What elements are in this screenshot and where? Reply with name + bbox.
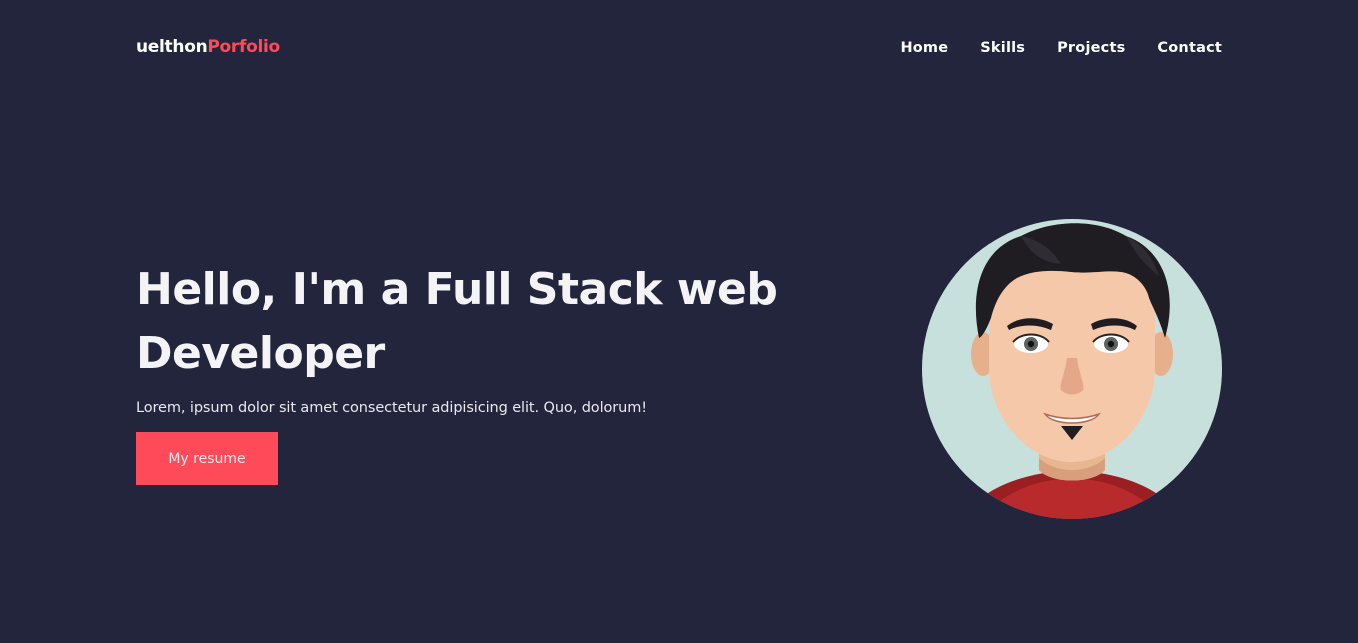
nav-link-projects[interactable]: Projects bbox=[1057, 40, 1125, 56]
hero-title: Hello, I'm a Full Stack web Developer bbox=[136, 258, 816, 386]
nav-link-skills[interactable]: Skills bbox=[980, 40, 1025, 56]
nav-link-home[interactable]: Home bbox=[900, 40, 948, 56]
nav-link-contact[interactable]: Contact bbox=[1157, 40, 1222, 56]
logo-main: uelthon bbox=[136, 36, 208, 57]
nav-item-projects: Projects bbox=[1057, 37, 1125, 56]
logo[interactable]: uelthonPorfolio bbox=[136, 37, 280, 57]
nav-item-home: Home bbox=[900, 37, 948, 56]
navbar: uelthonPorfolio Home Skills Projects Con… bbox=[136, 0, 1222, 93]
nav-links: Home Skills Projects Contact bbox=[900, 37, 1222, 56]
avatar bbox=[922, 219, 1222, 519]
nav-item-skills: Skills bbox=[980, 37, 1025, 56]
hero-text: Hello, I'm a Full Stack web Developer Lo… bbox=[136, 258, 816, 485]
nav-item-contact: Contact bbox=[1157, 37, 1222, 56]
hero-subtitle: Lorem, ipsum dolor sit amet consectetur … bbox=[136, 400, 647, 416]
logo-accent: Porfolio bbox=[207, 36, 280, 57]
hero-title-line-1: Hello, I'm a Full Stack web bbox=[136, 264, 778, 315]
hero-title-line-2: Developer bbox=[136, 328, 385, 379]
page: uelthonPorfolio Home Skills Projects Con… bbox=[0, 0, 1358, 643]
resume-button[interactable]: My resume bbox=[136, 432, 278, 485]
